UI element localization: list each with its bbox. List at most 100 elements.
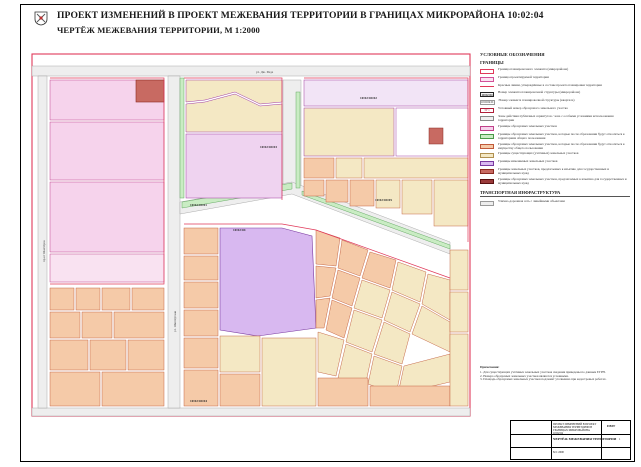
- parcel: [183, 255, 219, 281]
- title-block: ПРОЕКТ ИЗМЕНЕНИЙ В ПРОЕКТ МЕЖЕВАНИЯ ТЕРР…: [510, 420, 631, 460]
- parcel: [317, 377, 369, 407]
- legend-text: Границы образуемых земельных участков, к…: [498, 131, 625, 140]
- legend-item: Границы образуемых земельных участков, п…: [480, 177, 630, 186]
- parcel: [325, 179, 349, 203]
- legend-text: Красные линии, утверждённые в составе пр…: [498, 83, 602, 87]
- legend-item: Красные линии, утверждённые в составе пр…: [480, 83, 630, 89]
- parcel: [49, 181, 165, 253]
- page-title: ПРОЕКТ ИЗМЕНЕНИЙ В ПРОЕКТ МЕЖЕВАНИЯ ТЕРР…: [57, 10, 544, 21]
- parcel: [261, 337, 317, 407]
- parcel: [89, 339, 127, 371]
- withdrawal-parcel: [135, 79, 165, 103]
- legend-item: 10:02:04 Номер элемента планировочной ст…: [480, 90, 630, 97]
- green-strip: [295, 91, 301, 189]
- stamp-sheet-number: 1: [607, 438, 609, 441]
- legend-text: Номер элемента планировочной структуры (…: [498, 90, 581, 94]
- legend-transport-heading: ТРАНСПОРТНАЯ ИНФРАСТРУКТУРА: [480, 190, 630, 198]
- parcel: [127, 339, 165, 371]
- stamp-sheet-count: 1: [619, 438, 621, 441]
- parcel: [303, 179, 325, 197]
- south-west-block: [49, 287, 165, 407]
- stamp-divider: [551, 421, 552, 459]
- parcel: [401, 179, 433, 215]
- legend-item: Улично-дорожная сеть с линейными объекта…: [480, 199, 630, 207]
- block-label: 10:02:04: [233, 228, 246, 232]
- parcel: [49, 371, 101, 407]
- parcel: [183, 309, 219, 337]
- legend-symbol: ЗУ 1: [480, 108, 494, 113]
- legend-text: Условный номер образуемого земельного уч…: [498, 106, 568, 110]
- legend-symbol: 10:02:04:01: [480, 100, 495, 105]
- legend-symbol: [480, 86, 494, 89]
- legend-subheading: ГРАНИЦЫ: [480, 60, 504, 65]
- parcel: [449, 291, 469, 333]
- changed-parcel: [219, 227, 317, 337]
- legend-symbol: [480, 116, 494, 121]
- legend-text: Границы образуемых земельных участков, к…: [498, 141, 625, 150]
- legend-text: Границы изменяемых земельных участков: [498, 159, 558, 164]
- legend-text: Зоны действия публичных сервитутов / зон…: [498, 114, 614, 122]
- parcel: [81, 311, 113, 339]
- legend-item: Границы существующих (учтённых) земельны…: [480, 151, 630, 159]
- parcel: [113, 311, 165, 339]
- parcel: [49, 339, 89, 371]
- parcel: [183, 281, 219, 309]
- legend-item: Границы изменяемых земельных участков: [480, 159, 630, 167]
- parcel: [335, 157, 363, 179]
- legend-text: Границы образуемых земельных участков, п…: [498, 177, 627, 186]
- parcel: [369, 385, 451, 407]
- parcel: [49, 253, 165, 283]
- parcel: [49, 287, 75, 311]
- block-label: 10:02:04:01: [190, 203, 207, 207]
- legend-symbol: [480, 153, 494, 159]
- coat-of-arms-icon: [34, 11, 48, 26]
- stamp-project-title: ПРОЕКТ ИЗМЕНЕНИЙ В ПРОЕКТ МЕЖЕВАНИЯ ТЕРР…: [553, 423, 597, 435]
- legend-text: Границы существующих (учтённых) земельны…: [498, 151, 579, 156]
- block-label: 10:02:04:05: [375, 198, 392, 202]
- legend: УСЛОВНЫЕ ОБОЗНАЧЕНИЯ ГРАНИЦЫ Граница пла…: [480, 52, 630, 208]
- parcel: [433, 179, 469, 227]
- parcel: [219, 335, 261, 373]
- parcel: [75, 287, 101, 311]
- legend-item: Границы земельных участков, предлагаемых…: [480, 168, 630, 176]
- road-north: [31, 65, 471, 77]
- parcel: [185, 133, 283, 199]
- legend-symbol: [480, 143, 494, 149]
- legend-item: Граница планировочного элемента (микрора…: [480, 67, 630, 74]
- legend-text: Границы земельных участков, предлагаемых…: [498, 167, 610, 176]
- legend-text: Номер элемента планировочной структуры (…: [498, 98, 575, 102]
- parcel: [303, 107, 395, 157]
- stamp-divider: [511, 447, 630, 448]
- east-mid-block: [449, 249, 469, 407]
- stamp-stage: ПМТ: [607, 424, 616, 428]
- legend-item: ЗУ 1 Условный номер образуемого земельно…: [480, 106, 630, 113]
- parcel: [49, 121, 165, 181]
- street-label: пр-кт Шахтёров: [42, 240, 46, 262]
- parcel: [449, 249, 469, 291]
- cadastral-map: 10:02:04 10:02:04:02 10:02:04:03 10:02:0…: [30, 52, 473, 419]
- page-subtitle: ЧЕРТЁЖ МЕЖЕВАНИЯ ТЕРРИТОРИИ, М 1:2000: [57, 25, 260, 35]
- legend-item: Граница проектируемой территории: [480, 75, 630, 82]
- road-central: [167, 75, 181, 409]
- legend-symbol: [480, 77, 494, 82]
- block-label: 10:02:04:03: [260, 145, 277, 149]
- legend-item: Границы образуемых земельных участков: [480, 124, 630, 131]
- legend-text: Улично-дорожная сеть с линейными объекта…: [498, 199, 565, 204]
- legend-item: Зоны действия публичных сервитутов / зон…: [480, 114, 630, 123]
- block-label: 10:02:04:04: [190, 399, 207, 403]
- legend-symbol: 10:02:04: [480, 92, 494, 97]
- legend-item: Границы образуемых земельных участков, к…: [480, 131, 630, 141]
- legend-symbol: [480, 201, 494, 207]
- legend-item: 10:02:04:01 Номер элемента планировочной…: [480, 98, 630, 105]
- central-north-block: [185, 79, 283, 199]
- note-line: 3. Площадь образуемых земельных участков…: [480, 377, 607, 382]
- legend-text: Граница планировочного элемента (микрора…: [498, 67, 569, 71]
- parcel: [303, 157, 335, 179]
- stamp-scale: М 1:2000: [553, 451, 564, 454]
- drawing-sheet: ПРОЕКТ ИЗМЕНЕНИЙ В ПРОЕКТ МЕЖЕВАНИЯ ТЕРР…: [0, 0, 641, 467]
- notes: Примечания: 1. Для существующих учтённых…: [480, 365, 630, 382]
- road-south: [31, 407, 471, 417]
- parcel: [101, 371, 165, 407]
- parcel: [131, 287, 165, 311]
- parcel: [303, 79, 469, 107]
